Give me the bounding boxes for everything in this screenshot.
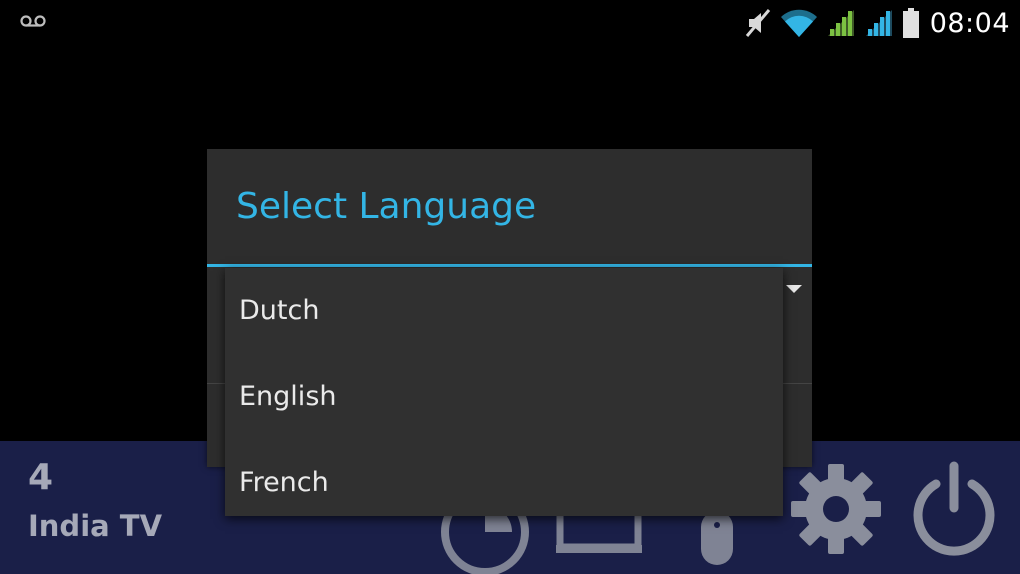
language-option-french[interactable]: French	[225, 440, 783, 526]
channel-name: India TV	[28, 509, 163, 543]
dropdown-arrow-icon[interactable]	[786, 285, 802, 293]
dialog-title: Select Language	[236, 186, 537, 227]
signal-icon	[827, 10, 854, 36]
signal-icon	[865, 10, 892, 36]
wifi-icon	[780, 9, 817, 37]
option-label: English	[239, 381, 337, 412]
muted-speaker-icon	[745, 9, 770, 37]
language-option-dutch[interactable]: Dutch	[225, 268, 783, 354]
voicemail-icon	[20, 15, 46, 27]
language-dropdown: Dutch English French	[225, 268, 783, 516]
dialog-title-divider	[207, 264, 812, 267]
language-option-english[interactable]: English	[225, 354, 783, 440]
channel-number: 4	[28, 457, 54, 498]
status-bar: 08:04	[0, 0, 1020, 46]
battery-icon	[902, 8, 919, 38]
option-label: French	[239, 467, 329, 498]
gear-icon[interactable]	[789, 462, 883, 556]
clock: 08:04	[929, 7, 1010, 39]
power-icon[interactable]	[908, 460, 1000, 556]
option-label: Dutch	[239, 295, 320, 326]
